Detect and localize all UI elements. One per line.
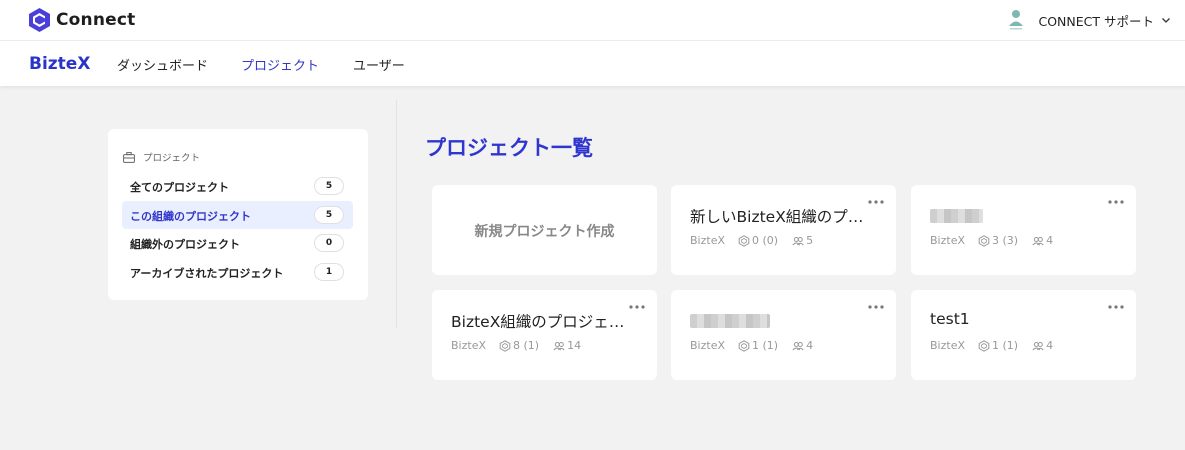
project-filter-sidebar: プロジェクト 全てのプロジェクト 5 この組織のプロジェクト 5 組織外のプロジ… <box>108 129 368 300</box>
project-org: BizteX <box>451 339 486 352</box>
sidebar-heading-label: プロジェクト <box>143 153 201 164</box>
project-title: test1 <box>930 310 970 328</box>
project-org: BizteX <box>690 339 725 352</box>
project-meta: BizteX 3 (3) 4 <box>930 234 1067 247</box>
project-card[interactable]: test1 BizteX 1 (1) 4 <box>911 290 1136 380</box>
project-meta: BizteX 1 (1) 4 <box>930 339 1067 352</box>
count-badge: 0 <box>314 234 344 252</box>
members-icon <box>1032 236 1044 245</box>
robot-hex-icon <box>499 339 511 352</box>
project-card[interactable]: BizteX組織のプロジェクト BizteX 8 (1) 14 <box>432 290 657 380</box>
project-card[interactable]: 新しいBizteX組織のプロジェクト BizteX 0 (0) 5 <box>671 185 896 275</box>
more-options-icon[interactable] <box>628 302 646 312</box>
robot-count-value: 3 (3) <box>992 234 1019 247</box>
sidebar-item-org-projects[interactable]: この組織のプロジェクト 5 <box>122 201 353 229</box>
sidebar-item-all-projects[interactable]: 全てのプロジェクト 5 <box>122 172 353 200</box>
sidebar-item-archived-projects[interactable]: アーカイブされたプロジェクト 1 <box>122 258 353 286</box>
project-card[interactable]: BizteX 3 (3) 4 <box>911 185 1136 275</box>
member-count: 4 <box>792 339 813 352</box>
project-card[interactable]: BizteX 1 (1) 4 <box>671 290 896 380</box>
robot-count: 1 (1) <box>738 339 778 352</box>
redacted-text <box>690 314 770 328</box>
robot-count-value: 8 (1) <box>513 339 540 352</box>
sidebar-item-external-projects[interactable]: 組織外のプロジェクト 0 <box>122 229 353 257</box>
page-title: プロジェクト一覧 <box>425 136 593 160</box>
project-title: BizteX組織のプロジェクト <box>451 313 631 331</box>
nav-bar: BizteX ダッシュボード プロジェクト ユーザー <box>0 41 1185 86</box>
member-count-value: 4 <box>806 339 814 352</box>
member-count: 4 <box>1032 339 1053 352</box>
project-meta: BizteX 0 (0) 5 <box>690 234 827 247</box>
count-badge: 1 <box>314 263 344 281</box>
robot-count-value: 1 (1) <box>992 339 1019 352</box>
member-count: 4 <box>1032 234 1053 247</box>
briefcase-icon <box>123 151 135 163</box>
connect-logo-icon <box>29 8 50 32</box>
robot-count-value: 1 (1) <box>752 339 779 352</box>
robot-count: 1 (1) <box>978 339 1018 352</box>
more-options-icon[interactable] <box>1107 197 1125 207</box>
project-org: BizteX <box>690 234 725 247</box>
project-meta: BizteX 1 (1) 4 <box>690 339 827 352</box>
robot-hex-icon <box>978 339 990 352</box>
new-project-label: 新規プロジェクト作成 <box>474 224 615 240</box>
project-title-redacted <box>690 310 870 332</box>
tab-dashboard[interactable]: ダッシュボード <box>117 55 208 74</box>
member-count-value: 4 <box>1046 339 1054 352</box>
project-org: BizteX <box>930 339 965 352</box>
avatar <box>1009 10 1024 30</box>
robot-count: 3 (3) <box>978 234 1018 247</box>
vertical-divider <box>396 100 397 328</box>
member-count-value: 5 <box>806 234 814 247</box>
new-project-card[interactable]: 新規プロジェクト作成 <box>432 185 657 275</box>
user-menu[interactable]: CONNECT サポート <box>1006 8 1171 32</box>
redacted-text <box>930 209 983 223</box>
robot-hex-icon <box>738 234 750 247</box>
project-meta: BizteX 8 (1) 14 <box>451 339 595 352</box>
robot-count: 0 (0) <box>738 234 778 247</box>
project-title-redacted <box>930 205 1110 227</box>
members-icon <box>792 341 804 350</box>
more-options-icon[interactable] <box>867 302 885 312</box>
sidebar-item-label: 全てのプロジェクト <box>130 181 229 194</box>
count-badge: 5 <box>314 206 344 224</box>
member-count-value: 14 <box>567 339 582 352</box>
sidebar-item-label: アーカイブされたプロジェクト <box>130 267 284 280</box>
robot-hex-icon <box>978 234 990 247</box>
members-icon <box>1032 341 1044 350</box>
project-title: 新しいBizteX組織のプロジェクト <box>690 208 870 226</box>
app-name: Connect <box>56 10 136 30</box>
more-options-icon[interactable] <box>867 197 885 207</box>
top-bar: Connect CONNECT サポート <box>0 0 1185 41</box>
member-count-value: 4 <box>1046 234 1054 247</box>
tab-users[interactable]: ユーザー <box>353 55 405 74</box>
tab-projects[interactable]: プロジェクト <box>241 55 319 74</box>
members-icon <box>553 341 565 350</box>
chevron-down-icon <box>1162 18 1170 23</box>
user-name: CONNECT サポート <box>1038 13 1154 29</box>
count-badge: 5 <box>314 177 344 195</box>
robot-count-value: 0 (0) <box>752 234 779 247</box>
member-count: 5 <box>792 234 813 247</box>
members-icon <box>792 236 804 245</box>
more-options-icon[interactable] <box>1107 302 1125 312</box>
org-logo[interactable]: BizteX <box>29 54 90 74</box>
sidebar-heading: プロジェクト <box>123 150 200 164</box>
robot-count: 8 (1) <box>499 339 539 352</box>
brand[interactable]: Connect <box>29 8 136 32</box>
project-org: BizteX <box>930 234 965 247</box>
robot-hex-icon <box>738 339 750 352</box>
sidebar-item-label: 組織外のプロジェクト <box>130 238 240 251</box>
member-count: 14 <box>553 339 581 352</box>
sidebar-item-label: この組織のプロジェクト <box>130 210 251 223</box>
